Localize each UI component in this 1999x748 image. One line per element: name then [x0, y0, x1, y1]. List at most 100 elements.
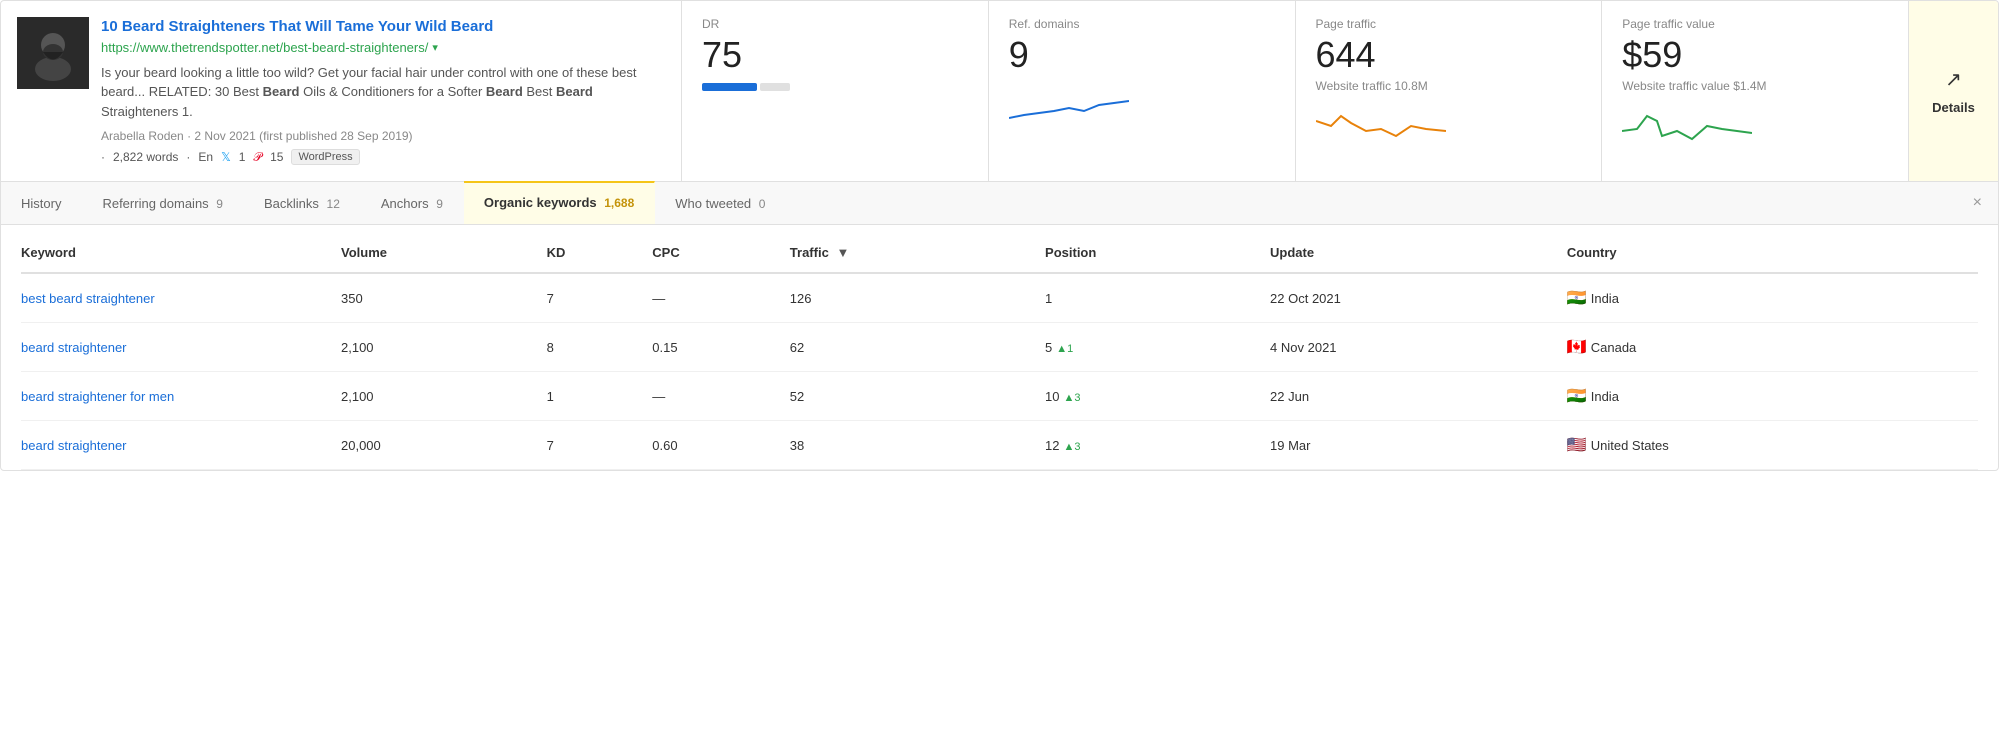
col-volume[interactable]: Volume	[341, 233, 547, 273]
keyword-cell[interactable]: beard straightener	[21, 323, 341, 372]
tab-backlinks[interactable]: Backlinks 12	[244, 184, 361, 223]
country-flag: 🇮🇳	[1567, 386, 1587, 406]
country-name: India	[1591, 291, 1619, 306]
table-row: beard straightener 2,100 8 0.15 62 5▲1 4…	[21, 323, 1978, 372]
ref-domains-chart	[1009, 83, 1275, 133]
tab-anchors[interactable]: Anchors 9	[361, 184, 464, 223]
ref-domains-value: 9	[1009, 35, 1275, 75]
page-traffic-chart	[1316, 101, 1582, 151]
close-button[interactable]: ×	[1957, 182, 1998, 224]
details-label: Details	[1932, 100, 1975, 115]
article-text: 10 Beard Straighteners That Will Tame Yo…	[101, 17, 665, 165]
details-button[interactable]: ↗ Details	[1908, 1, 1998, 181]
article-info: 10 Beard Straighteners That Will Tame Yo…	[1, 1, 681, 181]
position-change: ▲3	[1064, 392, 1081, 404]
country-cell: 🇨🇦 Canada	[1567, 323, 1978, 372]
position-change: ▲3	[1064, 441, 1081, 453]
page-traffic-metric: Page traffic 644 Website traffic 10.8M	[1295, 1, 1602, 181]
keyword-cell[interactable]: beard straightener	[21, 421, 341, 470]
volume-cell: 2,100	[341, 323, 547, 372]
tab-bar: History Referring domains 9 Backlinks 12…	[1, 182, 1998, 225]
position-cell: 1	[1045, 273, 1270, 323]
dr-filled-bar	[702, 83, 757, 91]
article-meta: Arabella Roden · 2 Nov 2021 (first publi…	[101, 129, 665, 143]
page-traffic-value-label: Page traffic value	[1622, 17, 1888, 31]
twitter-icon: 𝕏	[221, 150, 231, 164]
cpc-cell: 0.60	[652, 421, 790, 470]
word-count: 2,822 words	[113, 150, 178, 164]
page-traffic-value-chart	[1622, 101, 1888, 151]
col-keyword[interactable]: Keyword	[21, 233, 341, 273]
update-cell: 4 Nov 2021	[1270, 323, 1567, 372]
cpc-cell: —	[652, 273, 790, 323]
pinterest-count: 15	[270, 150, 283, 164]
tab-referring-domains[interactable]: Referring domains 9	[82, 184, 244, 223]
page-traffic-value: 644	[1316, 35, 1582, 75]
country-cell: 🇮🇳 India	[1567, 273, 1978, 323]
col-country[interactable]: Country	[1567, 233, 1978, 273]
volume-cell: 350	[341, 273, 547, 323]
kd-cell: 7	[547, 421, 653, 470]
update-cell: 22 Jun	[1270, 372, 1567, 421]
keywords-table-section: Keyword Volume KD CPC Traffic ▼	[1, 233, 1998, 470]
position-cell: 10▲3	[1045, 372, 1270, 421]
table-row: best beard straightener 350 7 — 126 1 22…	[21, 273, 1978, 323]
country-name: Canada	[1591, 340, 1637, 355]
position-cell: 5▲1	[1045, 323, 1270, 372]
traffic-sort-icon: ▼	[836, 245, 849, 260]
country-flag: 🇺🇸	[1567, 435, 1587, 455]
tab-who-tweeted[interactable]: Who tweeted 0	[655, 184, 786, 223]
traffic-cell: 126	[790, 273, 1045, 323]
keyword-cell[interactable]: best beard straightener	[21, 273, 341, 323]
article-description: Is your beard looking a little too wild?…	[101, 63, 665, 122]
col-traffic[interactable]: Traffic ▼	[790, 233, 1045, 273]
update-cell: 22 Oct 2021	[1270, 273, 1567, 323]
pinterest-icon: 𝒫	[253, 150, 262, 165]
country-name: India	[1591, 389, 1619, 404]
page-traffic-value-sub: Website traffic value $1.4M	[1622, 79, 1888, 93]
article-url[interactable]: https://www.thetrendspotter.net/best-bea…	[101, 40, 665, 55]
table-row: beard straightener for men 2,100 1 — 52 …	[21, 372, 1978, 421]
kd-cell: 1	[547, 372, 653, 421]
language: En	[198, 150, 213, 164]
col-position[interactable]: Position	[1045, 233, 1270, 273]
keywords-table: Keyword Volume KD CPC Traffic ▼	[21, 233, 1978, 470]
update-cell: 19 Mar	[1270, 421, 1567, 470]
dr-metric: DR 75	[681, 1, 988, 181]
country-flag: 🇨🇦	[1567, 337, 1587, 357]
traffic-cell: 52	[790, 372, 1045, 421]
kd-cell: 8	[547, 323, 653, 372]
country-flag: 🇮🇳	[1567, 288, 1587, 308]
table-row: beard straightener 20,000 7 0.60 38 12▲3…	[21, 421, 1978, 470]
twitter-count: 1	[239, 150, 246, 164]
platform-badge: WordPress	[291, 149, 359, 165]
tab-organic-keywords[interactable]: Organic keywords 1,688	[464, 181, 655, 224]
country-cell: 🇺🇸 United States	[1567, 421, 1978, 470]
page-traffic-value-metric: Page traffic value $59 Website traffic v…	[1601, 1, 1908, 181]
country-name: United States	[1591, 438, 1669, 453]
article-thumbnail	[17, 17, 89, 89]
keyword-cell[interactable]: beard straightener for men	[21, 372, 341, 421]
col-update[interactable]: Update	[1270, 233, 1567, 273]
dr-empty-bar	[760, 83, 790, 91]
tab-history[interactable]: History	[1, 184, 82, 223]
dr-bar	[702, 83, 968, 91]
page-traffic-label: Page traffic	[1316, 17, 1582, 31]
position-change: ▲1	[1056, 343, 1073, 355]
trend-icon: ↗	[1945, 67, 1962, 92]
article-title[interactable]: 10 Beard Straighteners That Will Tame Yo…	[101, 17, 665, 37]
cpc-cell: —	[652, 372, 790, 421]
traffic-cell: 38	[790, 421, 1045, 470]
position-cell: 12▲3	[1045, 421, 1270, 470]
ref-domains-metric: Ref. domains 9	[988, 1, 1295, 181]
dr-label: DR	[702, 17, 968, 31]
country-cell: 🇮🇳 India	[1567, 372, 1978, 421]
col-kd[interactable]: KD	[547, 233, 653, 273]
page-traffic-value-value: $59	[1622, 35, 1888, 75]
volume-cell: 20,000	[341, 421, 547, 470]
kd-cell: 7	[547, 273, 653, 323]
col-cpc[interactable]: CPC	[652, 233, 790, 273]
volume-cell: 2,100	[341, 372, 547, 421]
url-arrow-icon: ▾	[432, 41, 438, 54]
dr-value: 75	[702, 35, 968, 75]
